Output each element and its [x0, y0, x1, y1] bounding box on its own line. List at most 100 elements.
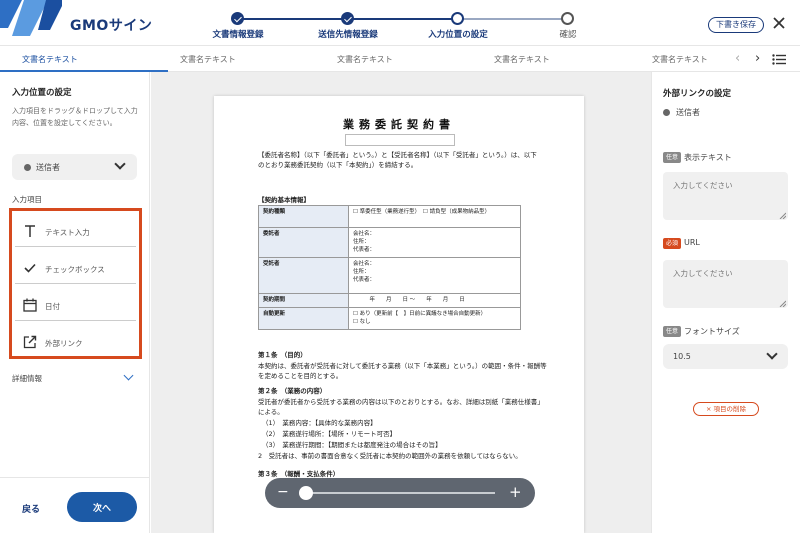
- right-sender: 送信者: [676, 108, 700, 117]
- table-row: 受託者 会社名： 住所： 代表者：: [258, 257, 521, 294]
- back-button[interactable]: 戻る: [22, 502, 40, 515]
- app-header: GMOサイン 文書情報登録 送信先情報登録 入力位置の設定 確認 下書き保存: [0, 0, 800, 46]
- article2-item: 2 受託者は、事前の書面合意なく受託者に本契約の範囲外の業務を依頼してはならない…: [258, 452, 522, 460]
- panel-description: 入力項目をドラッグ＆ドロップして入力内容、位置を設定してください。: [12, 107, 138, 127]
- optional-badge: 任意: [663, 326, 682, 337]
- table-head-cell: 委託者: [258, 227, 349, 258]
- doc-title: 業務委託契約書: [343, 118, 455, 131]
- field-item-checkbox[interactable]: チェックボックス: [15, 252, 136, 284]
- table-head-cell: 契約種類: [258, 205, 349, 228]
- article1-body: 本契約は、委託者が受託者に対して委託する業務（以下「本業務」という。）の範囲・条…: [258, 362, 547, 380]
- font-size-select[interactable]: 10.5: [663, 344, 788, 369]
- optional-badge: 任意: [663, 152, 682, 163]
- doc-tab-4[interactable]: 文書名テキスト: [494, 54, 550, 65]
- doc-tab-2[interactable]: 文書名テキスト: [180, 54, 236, 65]
- zoom-slider-handle[interactable]: [299, 486, 313, 500]
- doc-tab-5[interactable]: 文書名テキスト: [652, 54, 708, 65]
- article2-body: 受託者が委託者から受託する業務の内容は以下のとおりとする。なお、詳細は別紙「業務…: [258, 398, 544, 416]
- font-size-value: 10.5: [673, 352, 691, 361]
- field-label-text: テキスト入力: [45, 228, 90, 237]
- input-items-list: テキスト入力 チェックボックス 日付 外部リンク: [9, 208, 142, 359]
- step-1-check-icon: [231, 12, 244, 25]
- table-value-cell: ☐ あり（更新前【 】日前に異議なき場合自動更新） ☐ なし: [348, 307, 521, 330]
- zoom-out-icon[interactable]: −: [277, 484, 289, 500]
- tab-next-chevron-icon[interactable]: ›: [755, 51, 760, 66]
- document-page[interactable]: 業務委託契約書 【委託者名称】（以下「委託者」という。）と【受託者名称】（以下「…: [214, 96, 584, 533]
- field-label-checkbox: チェックボックス: [45, 265, 105, 274]
- font-size-label: フォントサイズ: [684, 327, 740, 336]
- table-row: 委託者 会社名： 住所： 代表者：: [258, 227, 521, 258]
- article2-item: （2） 業務遂行場所：【場所・リモート可否】: [262, 430, 397, 438]
- left-panel-footer: 戻る 次へ: [0, 477, 150, 533]
- check-icon: [24, 263, 36, 273]
- table-row: 自動更新 ☐ あり（更新前【 】日前に異議なき場合自動更新） ☐ なし: [258, 307, 521, 330]
- sender-dot-icon: [24, 164, 31, 171]
- doc-intro: 【委託者名称】（以下「委託者」という。）と【受託者名称】（以下「受託者」という。…: [258, 151, 537, 169]
- calendar-icon: [23, 298, 37, 312]
- article2-item: （1） 業務内容：【具体的な業務内容】: [262, 419, 377, 427]
- chevron-down-icon: [766, 348, 778, 360]
- list-menu-icon[interactable]: [772, 54, 786, 65]
- document-tabs: 文書名テキスト 文書名テキスト 文書名テキスト 文書名テキスト 文書名テキスト …: [0, 46, 800, 72]
- text-icon: [25, 225, 35, 237]
- external-link-icon: [23, 335, 37, 349]
- step-4-dot: [561, 12, 574, 25]
- zoom-control: − +: [265, 478, 535, 508]
- tab-prev-chevron-icon[interactable]: ‹: [735, 51, 740, 66]
- close-icon[interactable]: [772, 16, 786, 30]
- logo-text: GMOサイン: [70, 18, 153, 34]
- field-label-date: 日付: [45, 302, 60, 311]
- save-draft-button[interactable]: 下書き保存: [708, 17, 764, 33]
- field-label-external-link: 外部リンク: [45, 339, 83, 348]
- title-input-box[interactable]: [345, 134, 455, 146]
- table-head-cell: 自動更新: [258, 307, 349, 330]
- doc-tab-3[interactable]: 文書名テキスト: [337, 54, 393, 65]
- next-button[interactable]: 次へ: [67, 492, 137, 522]
- sender-dot-icon: [663, 109, 670, 116]
- zoom-track[interactable]: [305, 492, 495, 494]
- left-panel: 入力位置の設定 入力項目をドラッグ＆ドロップして入力内容、位置を設定してください…: [0, 72, 150, 533]
- basic-info-heading: 【契約基本情報】: [258, 196, 310, 204]
- progress-steps: 文書情報登録 送信先情報登録 入力位置の設定 確認: [200, 0, 600, 46]
- chevron-down-icon: [114, 158, 126, 170]
- table-value-cell: 会社名： 住所： 代表者：: [348, 227, 521, 258]
- table-head-cell: 受託者: [258, 257, 349, 294]
- step-2-check-icon: [341, 12, 354, 25]
- required-badge: 必須: [663, 238, 682, 249]
- details-label[interactable]: 詳細情報: [12, 373, 42, 384]
- sender-select[interactable]: 送信者: [12, 154, 137, 180]
- table-row: 契約種類 ☐ 準委任型（業務遂行型） ☐ 請負型（成果物納品型）: [258, 205, 521, 228]
- url-label: URL: [684, 238, 700, 247]
- step-label-2: 送信先情報登録: [318, 30, 378, 40]
- document-canvas: 業務委託契約書 【委託者名称】（以下「委託者」という。）と【受託者名称】（以下「…: [151, 72, 651, 533]
- field-item-external-link[interactable]: 外部リンク: [15, 326, 136, 358]
- table-value-cell: 年 月 日 〜 年 月 日: [348, 293, 521, 308]
- step-label-4: 確認: [559, 30, 577, 40]
- items-label: 入力項目: [12, 195, 42, 204]
- table-value-cell: ☐ 準委任型（業務遂行型） ☐ 請負型（成果物納品型）: [348, 205, 521, 228]
- table-value-cell: 会社名： 住所： 代表者：: [348, 257, 521, 294]
- sender-select-value: 送信者: [36, 163, 60, 172]
- article1-heading: 第１条 （目的）: [258, 351, 307, 359]
- zoom-in-icon[interactable]: +: [509, 483, 522, 501]
- field-item-text[interactable]: テキスト入力: [15, 215, 136, 247]
- panel-title: 入力位置の設定: [12, 88, 72, 98]
- display-text-input[interactable]: [663, 172, 788, 220]
- resize-handle-icon[interactable]: [779, 212, 786, 219]
- doc-tab-1[interactable]: 文書名テキスト: [22, 54, 78, 65]
- resize-handle-icon[interactable]: [779, 300, 786, 307]
- display-text-label: 表示テキスト: [684, 153, 732, 162]
- right-panel-title: 外部リンクの設定: [663, 89, 732, 99]
- url-input[interactable]: [663, 260, 788, 308]
- article2-item: （3） 業務遂行期間：【期間または都度発注の場合はその旨】: [262, 441, 442, 449]
- gmo-logo-mark-icon: [0, 0, 62, 36]
- details-chevron-down-icon[interactable]: [123, 370, 134, 381]
- delete-item-button[interactable]: × 項目の削除: [693, 402, 759, 416]
- step-label-3: 入力位置の設定: [428, 30, 488, 40]
- article2-heading: 第２条 （業務の内容）: [258, 387, 327, 395]
- step-label-1: 文書情報登録: [212, 30, 264, 40]
- field-item-date[interactable]: 日付: [15, 289, 136, 321]
- table-row: 契約期間 年 月 日 〜 年 月 日: [258, 293, 521, 308]
- contract-info-table: 契約種類 ☐ 準委任型（業務遂行型） ☐ 請負型（成果物納品型） 委託者 会社名： …: [258, 205, 521, 330]
- step-3-dot: [451, 12, 464, 25]
